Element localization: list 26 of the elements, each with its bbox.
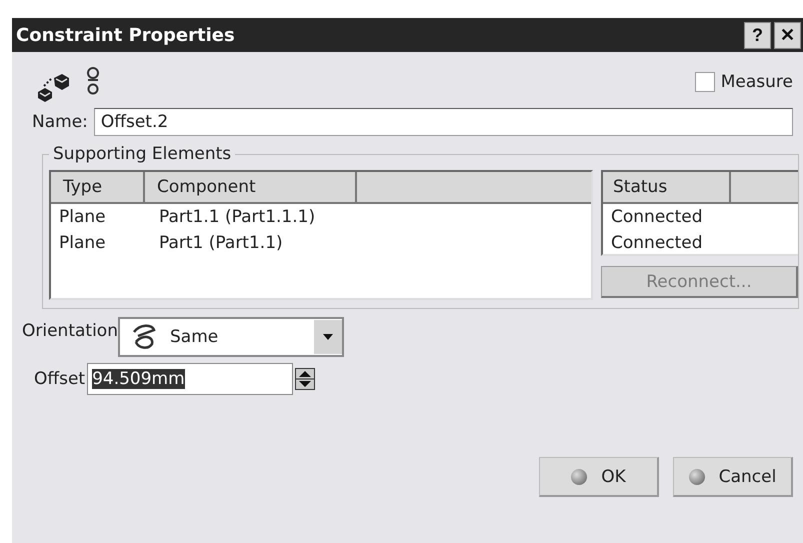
group-title: Supporting Elements	[52, 144, 232, 164]
window-title: Constraint Properties	[16, 24, 236, 46]
table-cell-text: Plane	[58, 207, 107, 227]
offset-field[interactable]: 94.509mm	[87, 363, 294, 395]
orientation-label: Orientation	[22, 321, 118, 341]
parts-icon	[36, 72, 70, 102]
dialog-button[interactable]: OK	[539, 457, 659, 497]
table-cell-text: Plane	[58, 233, 107, 253]
orientation-dropdown[interactable]: Same	[118, 317, 344, 357]
dropdown-arrow-icon	[322, 334, 333, 340]
name-field[interactable]: Offset.2	[94, 108, 793, 136]
offset-label: Offset	[34, 369, 86, 389]
dialog-button[interactable]: Cancel	[673, 457, 793, 497]
table-cell-text: Connected	[610, 233, 703, 253]
close-button[interactable]: ✕	[774, 22, 801, 48]
help-button[interactable]: ?	[744, 22, 771, 48]
measure-checkbox[interactable]	[694, 72, 715, 92]
measure-label: Measure	[720, 72, 793, 92]
column-header[interactable]: Component	[145, 172, 357, 202]
table-cell-text: Part1.1 (Part1.1.1)	[158, 207, 316, 227]
column-header[interactable]: Type	[51, 172, 145, 202]
constraint-icon	[86, 66, 100, 96]
table-cell-text: Part1 (Part1.1)	[158, 233, 284, 253]
table-cell-text: Connected	[610, 207, 703, 227]
name-label: Name:	[32, 112, 88, 132]
spinner-icon[interactable]	[295, 368, 316, 390]
